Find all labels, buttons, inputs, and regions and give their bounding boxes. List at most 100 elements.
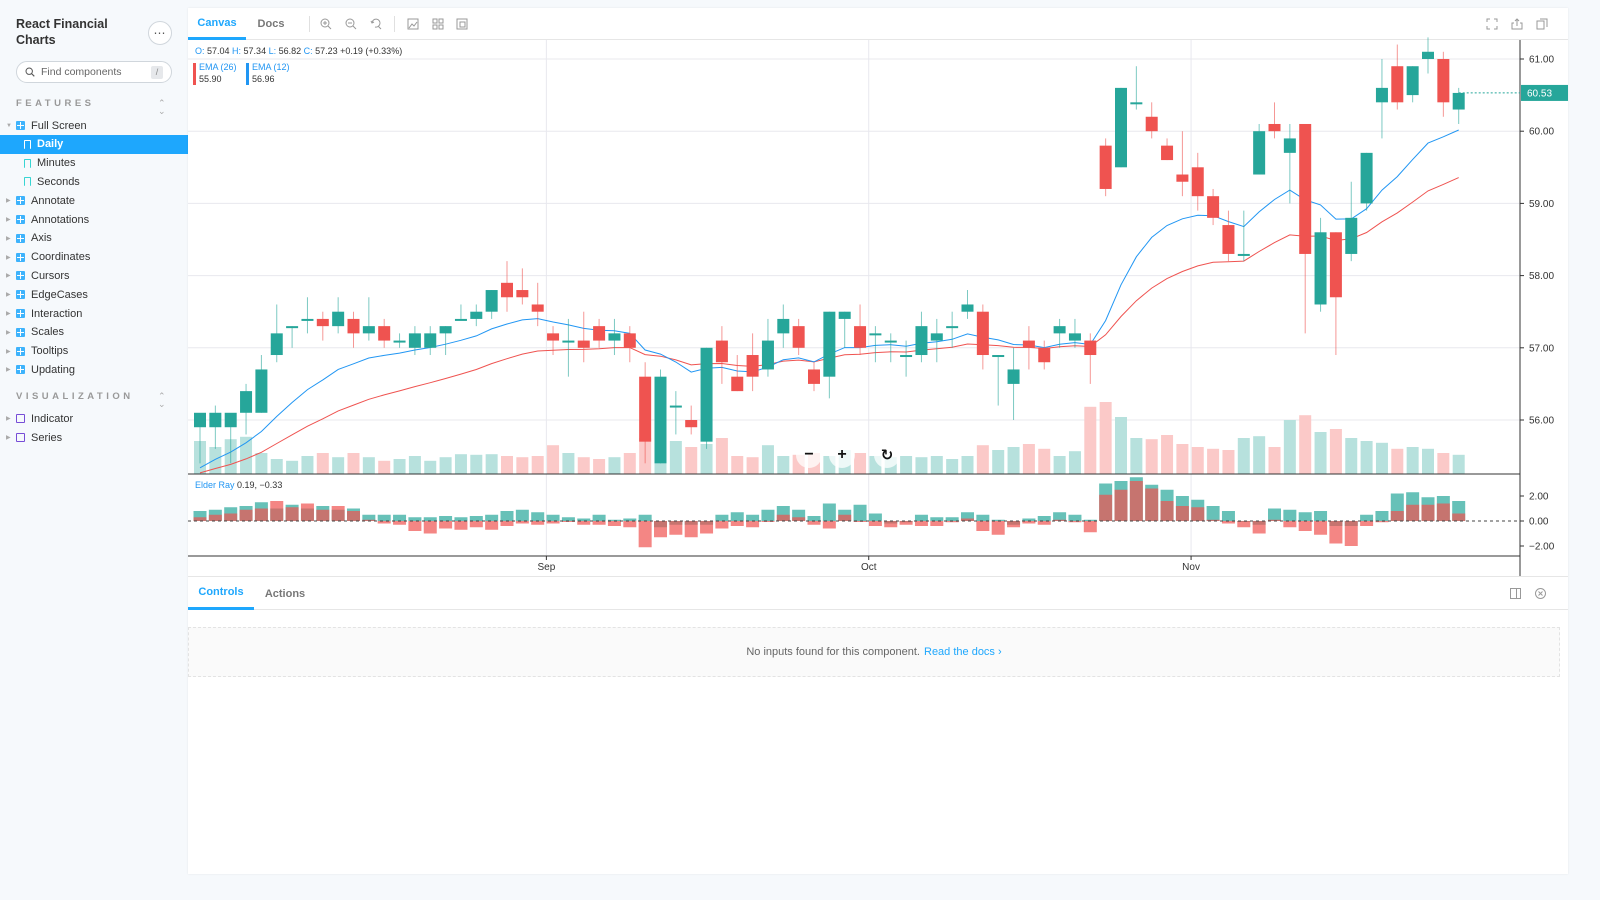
candle-body <box>1345 217 1358 254</box>
component-icon <box>16 290 25 300</box>
section-collapse-icon[interactable]: ⌃ ⌄ <box>158 392 166 409</box>
tab-actions[interactable]: Actions <box>254 577 316 610</box>
elder-bull-bar <box>822 503 836 521</box>
candle-body <box>608 333 621 341</box>
volume-bar <box>531 456 544 474</box>
sidebar-item-full-screen[interactable]: ▼ Full Screen <box>0 116 188 135</box>
elder-bear-bar <box>208 514 222 521</box>
search-input[interactable] <box>41 66 141 78</box>
chart-zoom-out-button[interactable]: − <box>796 442 822 468</box>
elder-bull-bar <box>1314 511 1328 521</box>
candle-body <box>1222 225 1235 254</box>
more-options-button[interactable]: ⋯ <box>148 21 172 45</box>
volume-bar <box>255 453 268 474</box>
elder-bull-bar <box>500 511 514 521</box>
sidebar-item-label: Interaction <box>31 307 83 320</box>
x-tick-label: Oct <box>861 562 877 573</box>
search-box[interactable]: / <box>16 61 172 83</box>
volume-bar <box>316 453 329 474</box>
elder-bull-bar <box>531 512 545 521</box>
sidebar-item-interaction[interactable]: ▶ Interaction <box>0 304 188 323</box>
caret-down-icon: ▼ <box>6 122 12 129</box>
candle-body <box>1007 369 1020 384</box>
elder-bear-bar <box>1083 521 1097 533</box>
volume-bar <box>347 453 360 474</box>
candlestick-chart[interactable]: 56.00 57.00 58.00 59.00 60.00 61.00 60.53 2.00 0… <box>188 8 1568 576</box>
component-icon <box>16 196 25 206</box>
sidebar-item-label: Updating <box>31 363 76 376</box>
elder-bear-bar <box>408 521 422 531</box>
candle-body <box>1237 253 1250 256</box>
chart-reset-button[interactable]: ↻ <box>874 442 900 468</box>
elder-bull-bar <box>1068 514 1082 521</box>
candle-body <box>1299 123 1312 254</box>
volume-bar <box>1345 438 1358 474</box>
candle-body <box>240 391 253 413</box>
elder-bear-bar <box>991 521 1005 535</box>
elder-bull-bar <box>515 509 529 521</box>
sidebar-item-series[interactable]: ▶ Series <box>0 428 188 447</box>
sidebar-story-minutes[interactable]: Minutes <box>0 154 188 173</box>
candle-body <box>715 340 728 363</box>
elder-bear-bar <box>669 521 683 535</box>
sidebar-story-daily[interactable]: Daily <box>0 134 188 154</box>
candle-body <box>1130 102 1143 105</box>
sidebar-item-annotations[interactable]: ▶ Annotations <box>0 210 188 229</box>
sidebar-story-seconds[interactable]: Seconds <box>0 172 188 191</box>
sidebar-item-tooltips[interactable]: ▶ Tooltips <box>0 342 188 361</box>
sidebar-item-indicator[interactable]: ▶ Indicator <box>0 409 188 428</box>
candle-body <box>485 290 498 312</box>
elder-bear-bar <box>776 514 790 521</box>
sidebar-item-annotate[interactable]: ▶ Annotate <box>0 191 188 210</box>
sidebar-item-coordinates[interactable]: ▶ Coordinates <box>0 248 188 267</box>
volume-bar <box>1068 451 1081 474</box>
sidebar-item-edgecases[interactable]: ▶ EdgeCases <box>0 285 188 304</box>
read-docs-link[interactable]: Read the docs › <box>924 646 1002 658</box>
close-panel-icon[interactable] <box>1535 588 1546 599</box>
elder-bear-bar <box>1191 507 1205 521</box>
elder-bear-bar <box>1390 511 1404 521</box>
elder-bear-bar <box>838 514 852 521</box>
tab-controls[interactable]: Controls <box>188 577 254 610</box>
elder-bear-bar <box>976 521 990 531</box>
caret-right-icon: ▶ <box>6 235 11 242</box>
elder-bear-bar <box>1252 521 1266 534</box>
candle-body <box>792 326 805 348</box>
chart-zoom-in-button[interactable]: + <box>829 442 855 468</box>
candle-body <box>301 318 314 321</box>
candle-body <box>316 318 329 327</box>
bookmark-icon <box>24 177 31 187</box>
elder-bear-bar <box>1129 481 1143 521</box>
sidebar-item-updating[interactable]: ▶ Updating <box>0 360 188 379</box>
volume-bar <box>516 457 529 474</box>
volume-bar <box>424 460 437 474</box>
sidebar-item-scales[interactable]: ▶ Scales <box>0 323 188 342</box>
section-collapse-icon[interactable]: ⌃ ⌄ <box>158 99 166 116</box>
volume-bar <box>1314 432 1327 474</box>
candle-body <box>1329 232 1342 298</box>
candle-body <box>1161 145 1174 161</box>
elder-bull-bar <box>1221 511 1235 521</box>
elder-bear-bar <box>393 521 407 525</box>
volume-bar <box>1452 454 1465 474</box>
candle-body <box>1422 51 1434 59</box>
candle-body <box>1053 326 1066 334</box>
elder-bear-bar <box>1329 521 1343 544</box>
elder-bull-bar <box>469 516 483 521</box>
volume-bar <box>1360 441 1373 474</box>
candle-body <box>347 318 360 334</box>
elder-bear-bar <box>300 503 314 521</box>
elder-bear-bar <box>1314 521 1328 535</box>
elder-bull-bar <box>377 514 391 521</box>
caret-right-icon: ▶ <box>6 273 11 280</box>
volume-bar <box>270 459 283 474</box>
sidebar-item-axis[interactable]: ▶ Axis <box>0 229 188 248</box>
volume-bar <box>1176 444 1189 474</box>
sidebar-item-cursors[interactable]: ▶ Cursors <box>0 266 188 285</box>
component-icon <box>16 252 25 262</box>
panel-orientation-icon[interactable] <box>1510 588 1521 599</box>
elder-bear-bar <box>1007 521 1021 528</box>
candle-body <box>808 369 820 384</box>
app-title[interactable]: React Financial Charts <box>16 16 126 48</box>
bookmark-icon <box>24 139 31 149</box>
